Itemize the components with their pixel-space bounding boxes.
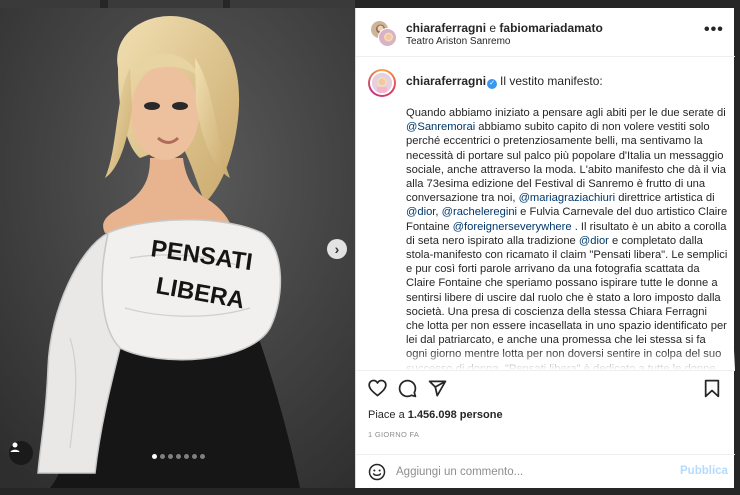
likes-suffix: persone: [459, 409, 503, 421]
author-link-secondary[interactable]: fabiomariadamato: [499, 21, 602, 35]
mention-link[interactable]: @racheleregini: [442, 206, 517, 218]
mention-link[interactable]: @foreignerseverywhere: [453, 221, 572, 233]
caption-title: Il vestito manifesto:: [500, 74, 603, 88]
chevron-right-icon: ›: [334, 241, 340, 257]
user-icon: [10, 442, 20, 452]
publish-button[interactable]: Pubblica: [680, 465, 728, 477]
post-header: chiaraferragni e fabiomariadamato Teatro…: [356, 8, 735, 57]
likes-count: 1.456.098: [407, 409, 457, 421]
caption-username[interactable]: chiaraferragni: [406, 74, 486, 88]
background-thumbnail: [230, 0, 355, 8]
caption-text: Quando abbiamo iniziato a pensare agli a…: [406, 106, 728, 370]
background-thumbnail: [0, 0, 100, 8]
heart-icon[interactable]: [368, 379, 387, 397]
mention-link[interactable]: @dior: [406, 206, 435, 218]
mention-link[interactable]: @mariagraziachiuri: [519, 192, 616, 204]
collab-avatars[interactable]: [370, 20, 397, 47]
bookmark-icon[interactable]: [704, 379, 720, 398]
post-modal: PENSATI LIBERA › chiaraferragni e fabiom…: [0, 8, 735, 488]
mention-link[interactable]: @dior: [579, 235, 609, 247]
likes-summary[interactable]: Piace a 1.456.098 persone: [368, 409, 503, 421]
caption-text-segment: direttrice artistica di: [615, 192, 715, 205]
comment-composer: Pubblica: [356, 454, 735, 488]
post-location[interactable]: Teatro Ariston Sanremo: [406, 36, 511, 47]
action-bar: [356, 370, 735, 404]
post-media[interactable]: PENSATI LIBERA ›: [0, 8, 355, 488]
carousel-dot: [160, 454, 165, 459]
more-options-button[interactable]: •••: [704, 21, 724, 39]
post-photo: PENSATI LIBERA: [0, 8, 355, 488]
caption-fade: [356, 350, 735, 370]
profile-photo-icon: [372, 73, 392, 93]
carousel-dot: [200, 454, 205, 459]
comment-icon[interactable]: [398, 379, 417, 398]
background-thumbnail: [108, 0, 223, 8]
likes-prefix: Piace a: [368, 409, 405, 421]
author-link-primary[interactable]: chiaraferragni: [406, 21, 486, 35]
carousel-indicator: [152, 454, 205, 459]
carousel-dot: [152, 454, 157, 459]
carousel-dot: [192, 454, 197, 459]
share-icon[interactable]: [428, 379, 447, 398]
caption-text-segment: Quando abbiamo iniziato a pensare agli a…: [406, 107, 726, 119]
comment-input[interactable]: [396, 462, 666, 482]
caption-scroll-area[interactable]: chiaraferragni ✓ Il vestito manifesto: Qua…: [356, 58, 735, 370]
next-media-button[interactable]: ›: [327, 239, 347, 259]
carousel-dot: [176, 454, 181, 459]
post-timestamp[interactable]: 1 GIORNO FA: [368, 430, 419, 439]
carousel-dot: [168, 454, 173, 459]
post-authors: chiaraferragni e fabiomariadamato: [406, 21, 603, 35]
verified-badge-icon: ✓: [487, 79, 498, 89]
author-connector: e: [489, 21, 497, 35]
carousel-dot: [184, 454, 189, 459]
mention-link[interactable]: @Sanremorai: [406, 121, 475, 133]
emoji-icon[interactable]: [368, 463, 386, 481]
caption-avatar[interactable]: [368, 69, 396, 97]
caption-header: chiaraferragni ✓ Il vestito manifesto:: [406, 74, 603, 89]
post-details-panel: chiaraferragni e fabiomariadamato Teatro…: [355, 8, 735, 488]
tagged-users-button[interactable]: [9, 441, 33, 465]
more-horizontal-icon: •••: [704, 21, 724, 38]
avatar[interactable]: [378, 28, 397, 47]
